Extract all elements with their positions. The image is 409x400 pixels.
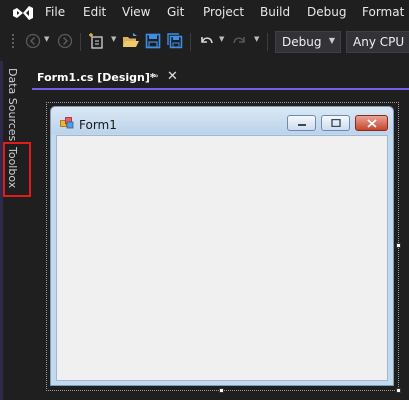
form-title: Form1 [79, 118, 117, 132]
minimize-button[interactable] [287, 115, 316, 131]
redo-button[interactable] [231, 32, 249, 50]
new-item-button[interactable] [88, 32, 106, 50]
visual-studio-logo-icon[interactable] [12, 5, 34, 21]
save-all-button[interactable] [166, 32, 184, 50]
maximize-button[interactable] [321, 115, 350, 131]
configuration-value: Debug [282, 35, 322, 49]
side-strip-accent [0, 61, 3, 400]
menu-build[interactable]: Build [260, 5, 290, 19]
toolbar-separator [267, 33, 268, 51]
resize-handle-bottom-right[interactable] [396, 388, 401, 393]
back-button[interactable] [24, 32, 42, 50]
toolbar-separator [190, 33, 191, 51]
undo-icon [201, 37, 213, 44]
solution-configuration-select[interactable]: Debug ▼ [275, 31, 341, 53]
document-tab[interactable]: Form1.cs [Design]* ⊸ ✕ [32, 68, 185, 88]
form-client-area[interactable] [56, 135, 388, 381]
resize-handle-right[interactable] [396, 243, 401, 248]
chevron-down-icon: ▼ [328, 36, 335, 45]
redo-dropdown-icon[interactable]: ▼ [254, 35, 259, 43]
new-item-dropdown-icon[interactable]: ▼ [111, 35, 116, 43]
menu-git[interactable]: Git [167, 5, 184, 19]
menu-debug[interactable]: Debug [307, 5, 346, 19]
close-icon [366, 118, 377, 128]
save-all-icon [167, 33, 183, 49]
back-dropdown-icon[interactable]: ▼ [44, 35, 49, 43]
forward-button[interactable] [56, 32, 74, 50]
maximize-icon [330, 119, 341, 127]
undo-button[interactable] [197, 32, 215, 50]
new-item-icon [89, 33, 103, 49]
forward-icon [57, 33, 73, 49]
data-sources-tab[interactable]: Data Sources [6, 68, 19, 141]
form-icon [60, 117, 74, 129]
close-tab-icon[interactable]: ✕ [167, 69, 178, 84]
solution-platform-select[interactable]: Any CPU [346, 31, 409, 53]
save-icon [145, 33, 161, 49]
close-button[interactable] [355, 115, 388, 131]
platform-value: Any CPU [353, 35, 405, 49]
form-titlebar[interactable]: Form1 [51, 107, 393, 134]
menu-view[interactable]: View [122, 5, 150, 19]
toolbar-grip[interactable] [11, 33, 15, 49]
menu-project[interactable]: Project [203, 5, 244, 19]
standard-toolbar: ▼ ▼ ▼ ▼ Debug ▼ Any CPU [0, 25, 409, 61]
back-icon [25, 33, 41, 49]
toolbar-separator [80, 33, 81, 51]
side-tool-strip: Data Sources Toolbox [0, 61, 32, 400]
undo-dropdown-icon[interactable]: ▼ [219, 35, 224, 43]
open-folder-icon [123, 33, 139, 47]
menu-bar: File Edit View Git Project Build Debug F… [0, 0, 409, 25]
pin-icon[interactable]: ⊸ [150, 71, 158, 82]
form-window[interactable]: Form1 [50, 106, 394, 386]
minimize-icon [297, 124, 306, 126]
document-tab-title: Form1.cs [Design]* [37, 71, 156, 84]
menu-file[interactable]: File [45, 5, 65, 19]
resize-handle-bottom[interactable] [219, 388, 224, 393]
menu-format[interactable]: Format [362, 5, 404, 19]
toolbox-highlight-box [3, 142, 31, 197]
redo-icon [233, 37, 245, 44]
menu-edit[interactable]: Edit [83, 5, 106, 19]
open-button[interactable] [122, 32, 140, 50]
save-button[interactable] [144, 32, 162, 50]
